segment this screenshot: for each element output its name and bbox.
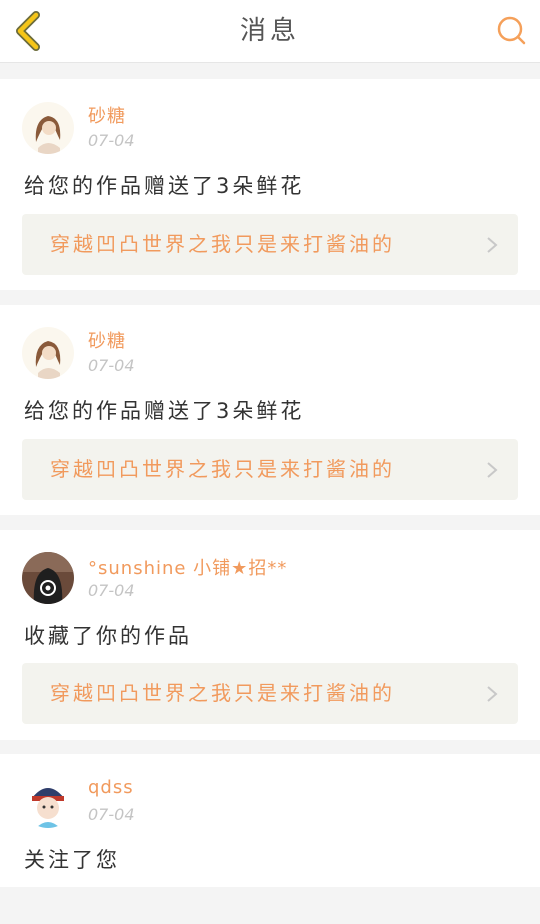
message-card[interactable]: 砂糖 07-04 给您的作品赠送了3朵鲜花 穿越凹凸世界之我只是来打酱油的 [0, 79, 540, 290]
girl-avatar-icon [22, 102, 74, 154]
username[interactable]: 砂糖 [88, 102, 126, 128]
chevron-right-icon [487, 686, 498, 702]
search-icon [497, 16, 526, 45]
message-text: 关注了您 [24, 848, 120, 872]
avatar[interactable] [22, 327, 74, 379]
top-bar: 消息 [0, 0, 540, 63]
message-date: 07-04 [88, 356, 135, 375]
username[interactable]: °sunshine 小铺★招** [88, 554, 287, 580]
chevron-right-icon [487, 462, 498, 478]
username[interactable]: 砂糖 [88, 327, 126, 353]
work-title: 穿越凹凸世界之我只是来打酱油的 [50, 232, 395, 256]
work-link[interactable]: 穿越凹凸世界之我只是来打酱油的 [22, 439, 518, 500]
chevron-right-icon [487, 237, 498, 253]
message-date: 07-04 [88, 805, 135, 824]
work-link[interactable]: 穿越凹凸世界之我只是来打酱油的 [22, 663, 518, 724]
work-link[interactable]: 穿越凹凸世界之我只是来打酱油的 [22, 214, 518, 275]
message-text: 收藏了你的作品 [24, 624, 192, 648]
message-date: 07-04 [88, 131, 135, 150]
avatar[interactable] [22, 552, 74, 604]
search-button[interactable] [496, 15, 526, 45]
page-title: 消息 [239, 16, 300, 46]
work-title: 穿越凹凸世界之我只是来打酱油的 [50, 681, 395, 705]
message-card[interactable]: 砂糖 07-04 给您的作品赠送了3朵鲜花 穿越凹凸世界之我只是来打酱油的 [0, 305, 540, 515]
avatar[interactable] [22, 102, 74, 154]
message-text: 给您的作品赠送了3朵鲜花 [24, 399, 305, 423]
avatar[interactable] [22, 776, 74, 828]
girl-avatar-icon [22, 327, 74, 379]
message-card[interactable]: °sunshine 小铺★招** 07-04 收藏了你的作品 穿越凹凸世界之我只… [0, 530, 540, 740]
message-date: 07-04 [88, 581, 135, 600]
hooded-figure-avatar-icon [22, 552, 74, 604]
message-card[interactable]: qdss 07-04 关注了您 [0, 754, 540, 887]
work-title: 穿越凹凸世界之我只是来打酱油的 [50, 457, 395, 481]
message-text: 给您的作品赠送了3朵鲜花 [24, 174, 305, 198]
cartoon-avatar-icon [22, 776, 74, 828]
username[interactable]: qdss [88, 777, 134, 798]
